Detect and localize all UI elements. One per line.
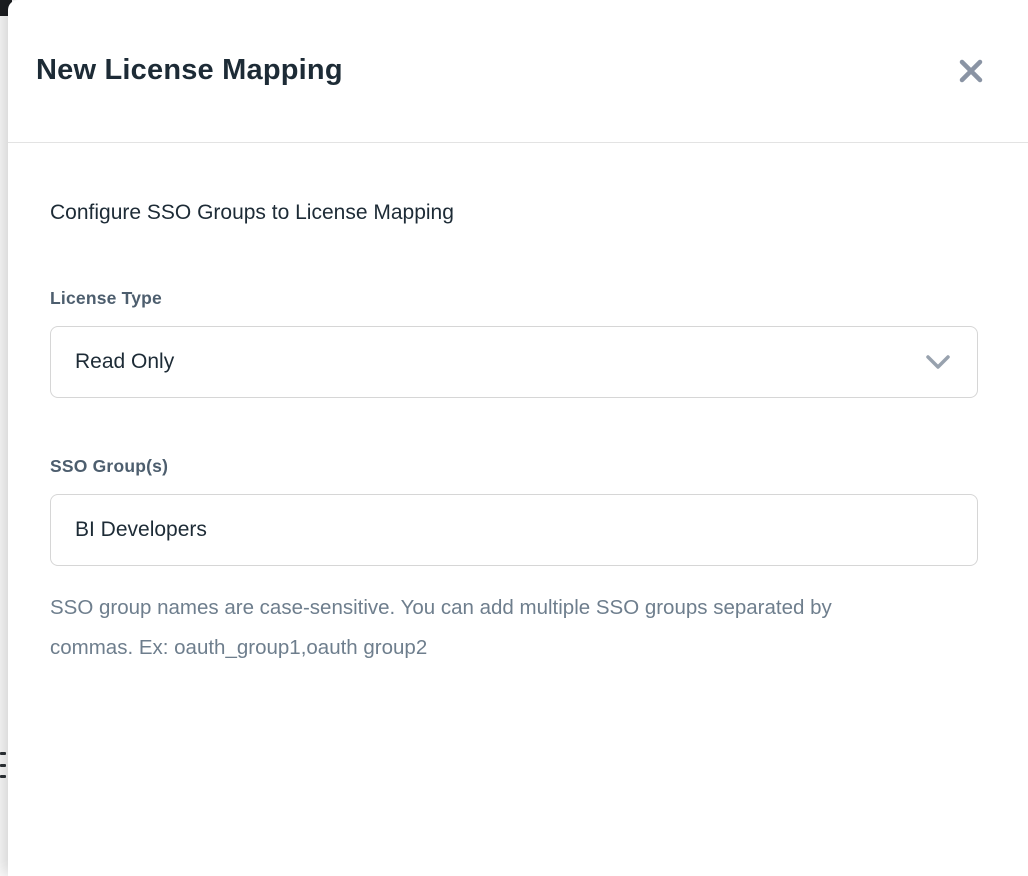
new-license-mapping-dialog: New License Mapping Configure SSO Groups… bbox=[8, 0, 1028, 876]
sso-groups-field: SSO Group(s) SSO group names are case-se… bbox=[50, 456, 986, 668]
background-menu-icon bbox=[0, 752, 6, 778]
sso-groups-label: SSO Group(s) bbox=[50, 456, 986, 477]
close-icon bbox=[957, 57, 985, 85]
license-type-field: License Type Read Only bbox=[50, 288, 986, 398]
license-type-select[interactable]: Read Only bbox=[50, 326, 978, 398]
close-button[interactable] bbox=[954, 54, 988, 88]
dialog-body: Configure SSO Groups to License Mapping … bbox=[8, 143, 1028, 668]
sso-groups-helper-text: SSO group names are case-sensitive. You … bbox=[50, 588, 910, 668]
dialog-description: Configure SSO Groups to License Mapping bbox=[50, 199, 986, 226]
license-type-selected-value: Read Only bbox=[75, 350, 174, 374]
dialog-title: New License Mapping bbox=[36, 54, 343, 87]
chevron-down-icon bbox=[925, 354, 953, 370]
dialog-header: New License Mapping bbox=[8, 0, 1028, 143]
license-type-label: License Type bbox=[50, 288, 986, 309]
sso-groups-input[interactable] bbox=[50, 494, 978, 566]
